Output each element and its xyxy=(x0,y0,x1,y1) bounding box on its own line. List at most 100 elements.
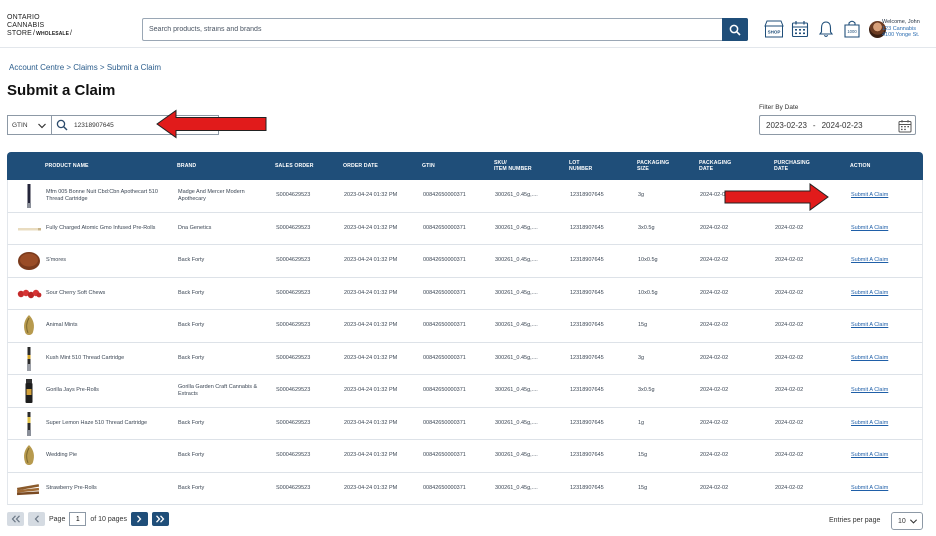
order-date: 2023-04-24 01:32 PM xyxy=(344,354,398,361)
sales-order: S0004629523 xyxy=(276,419,311,426)
calendar-icon[interactable] xyxy=(898,119,912,133)
packaging-size: 3x0.5g xyxy=(638,387,655,394)
gtin: 00842650000371 xyxy=(423,257,466,264)
product-thumbnail[interactable] xyxy=(15,476,43,502)
brand: Back Forty xyxy=(178,322,205,329)
page-total-label: of 10 pages xyxy=(90,515,127,523)
packaging-date: 2024-02-02 xyxy=(700,484,729,491)
packaging-size: 10x0.5g xyxy=(638,257,658,264)
logo-line-3-text: STORE xyxy=(7,30,32,37)
sales-order: S0004629523 xyxy=(276,289,311,296)
header-icons: SHOP 1000 xyxy=(763,18,886,40)
product-thumbnail[interactable] xyxy=(15,346,43,372)
order-date: 2023-04-24 01:32 PM xyxy=(344,419,398,426)
submit-claim-link[interactable]: Submit A Claim xyxy=(851,213,917,245)
product-thumbnail[interactable] xyxy=(15,443,43,469)
double-chevron-right-icon xyxy=(156,515,165,523)
search-icon xyxy=(729,24,741,36)
last-page-button[interactable] xyxy=(151,512,169,526)
next-page-button[interactable] xyxy=(130,512,148,526)
packaging-date: 2024-02-02 xyxy=(700,289,729,296)
filter-type-select[interactable]: GTIN xyxy=(7,115,51,135)
product-name: Wedding Pie xyxy=(46,452,78,459)
product-name: S'mores xyxy=(46,257,66,264)
gtin: 00842650000371 xyxy=(423,387,466,394)
product-thumbnail[interactable] xyxy=(15,183,43,209)
product-thumbnail[interactable] xyxy=(15,216,43,242)
search-button[interactable] xyxy=(722,18,748,41)
packaging-size: 15g xyxy=(638,322,648,329)
sku: 300261_0.45g,.... xyxy=(495,452,538,459)
search-icon xyxy=(56,119,68,131)
user-welcome[interactable]: Welcome, John 123 Cannabis 4100 Yonge St… xyxy=(882,19,920,39)
lot-number: 12318907645 xyxy=(570,354,604,361)
gtin-search-value: 12318907645 xyxy=(74,121,114,129)
welcome-text: Welcome, John xyxy=(882,19,920,25)
page-label: Page xyxy=(49,515,66,523)
product-search-input[interactable] xyxy=(143,19,722,40)
table-header: PRODUCT NAME BRAND SALES ORDER ORDER DATE GT… xyxy=(7,152,923,180)
sales-order: S0004629523 xyxy=(276,322,311,329)
order-date: 2023-04-24 01:32 PM xyxy=(344,224,398,231)
gtin: 00842650000371 xyxy=(423,192,466,199)
red-annotation-arrow-left xyxy=(156,109,267,139)
product-search-bar xyxy=(142,18,748,41)
purchasing-date: 2024-02-02 xyxy=(775,257,804,264)
table-row: Wedding Pie Back Forty S0004629523 2023-04-… xyxy=(7,440,923,473)
logo-line-1: ONTARIO xyxy=(7,14,40,21)
packaging-size: 3g xyxy=(638,192,645,199)
brand: Back Forty xyxy=(178,257,205,264)
sales-order: S0004629523 xyxy=(276,354,311,361)
submit-claim-link[interactable]: Submit A Claim xyxy=(851,180,917,212)
product-thumbnail[interactable] xyxy=(15,378,43,404)
date-separator: - xyxy=(812,120,816,130)
product-thumbnail[interactable] xyxy=(15,281,43,307)
lot-number: 12318907645 xyxy=(570,387,604,394)
prev-page-button[interactable] xyxy=(28,512,45,526)
first-page-button[interactable] xyxy=(7,512,24,526)
submit-claim-link[interactable]: Submit A Claim xyxy=(851,245,917,277)
packaging-size: 15g xyxy=(638,452,648,459)
product-thumbnail[interactable] xyxy=(15,411,43,437)
purchasing-date: 2024-02-02 xyxy=(775,419,804,426)
brand: Madge And Mercer Modern Apothecary xyxy=(178,188,245,202)
table-row: Animal Mints Back Forty S0004629523 2023-04… xyxy=(7,310,923,343)
chevron-left-icon xyxy=(34,515,39,523)
submit-claim-link[interactable]: Submit A Claim xyxy=(851,473,917,505)
calendar-icon[interactable] xyxy=(789,18,811,40)
user-address-line-2: 4100 Yonge St. xyxy=(882,32,920,38)
submit-claim-link[interactable]: Submit A Claim xyxy=(851,440,917,472)
th-lot-number: LOT NUMBER xyxy=(569,159,593,173)
submit-claim-link[interactable]: Submit A Claim xyxy=(851,310,917,342)
date-to: 2024-02-23 xyxy=(821,120,863,130)
table-row: Super Lemon Haze 510 Thread Cartridge Bac… xyxy=(7,407,923,440)
lot-number: 12318907645 xyxy=(570,257,604,264)
breadcrumb[interactable]: Account Centre > Claims > Submit a Claim xyxy=(9,63,161,72)
submit-claim-link[interactable]: Submit A Claim xyxy=(851,408,917,440)
product-name: Super Lemon Haze 510 Thread Cartridge xyxy=(46,419,148,426)
date-range-picker[interactable]: 2023-02-23 - 2024-02-23 xyxy=(759,115,916,135)
submit-claim-link[interactable]: Submit A Claim xyxy=(851,278,917,310)
entries-per-page-value: 10 xyxy=(898,517,906,525)
logo-line-3: STORE / WHOLESALE / xyxy=(7,30,73,37)
purchasing-date: 2024-02-02 xyxy=(775,484,804,491)
packaging-size: 3g xyxy=(638,354,645,361)
submit-claim-link[interactable]: Submit A Claim xyxy=(851,375,917,407)
double-chevron-left-icon xyxy=(11,515,20,523)
cart-icon[interactable]: 1000 xyxy=(841,18,863,40)
packaging-size: 10x0.5g xyxy=(638,289,658,296)
bell-icon[interactable] xyxy=(815,18,837,40)
page-number-input[interactable] xyxy=(69,512,87,526)
sku: 300261_0.45g,.... xyxy=(495,322,538,329)
filter-by-date-label: Filter By Date xyxy=(759,104,799,111)
shop-icon-label: SHOP xyxy=(768,30,781,35)
submit-claim-link[interactable]: Submit A Claim xyxy=(851,343,917,375)
ontario-cannabis-store-logo[interactable]: ONTARIO CANNABIS STORE / WHOLESALE / xyxy=(7,14,72,38)
shop-icon[interactable]: SHOP xyxy=(763,18,785,40)
table-row: Kush Mint 510 Thread Cartridge Back Forty… xyxy=(7,342,923,375)
product-thumbnail[interactable] xyxy=(15,313,43,339)
product-thumbnail[interactable] xyxy=(15,248,43,274)
th-brand: BRAND xyxy=(177,162,197,169)
th-purchasing-date: PURCHASING DATE xyxy=(774,159,810,173)
entries-per-page-select[interactable]: 10 xyxy=(891,512,923,530)
